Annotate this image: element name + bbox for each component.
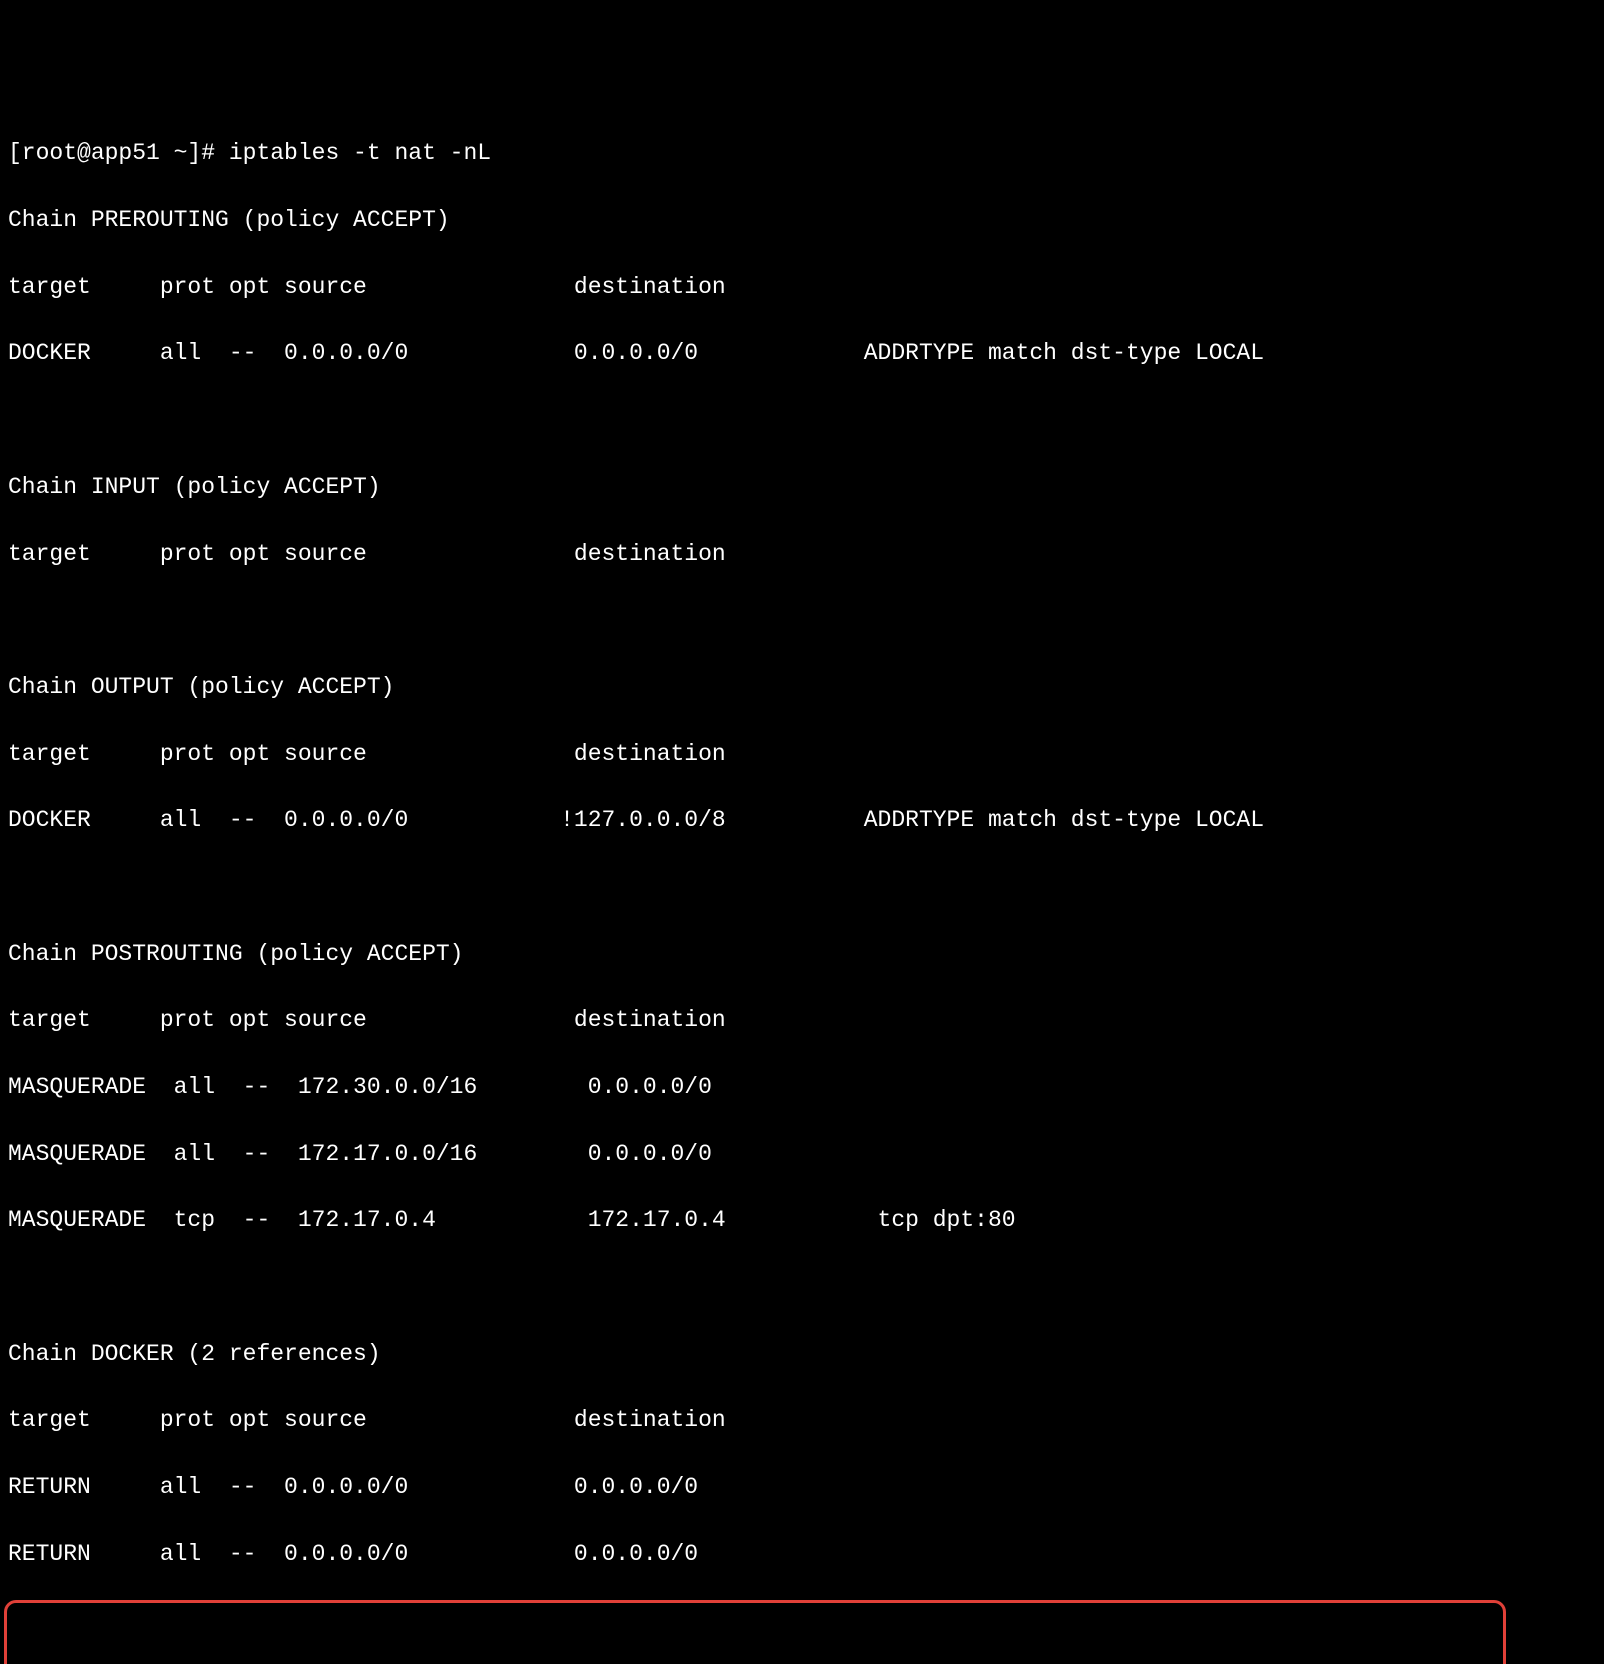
rule-line: DOCKER all -- 0.0.0.0/0 0.0.0.0/0 ADDRTY… bbox=[8, 337, 1596, 370]
column-headers: target prot opt source destination bbox=[8, 738, 1596, 771]
blank-line bbox=[8, 1271, 1596, 1304]
column-headers: target prot opt source destination bbox=[8, 538, 1596, 571]
column-headers: target prot opt source destination bbox=[8, 1404, 1596, 1437]
chain-header: Chain PREROUTING (policy ACCEPT) bbox=[8, 204, 1596, 237]
chain-header: Chain INPUT (policy ACCEPT) bbox=[8, 471, 1596, 504]
column-headers: target prot opt source destination bbox=[8, 1004, 1596, 1037]
rule-line: MASQUERADE all -- 172.30.0.0/16 0.0.0.0/… bbox=[8, 1071, 1596, 1104]
blank-line bbox=[8, 404, 1596, 437]
terminal-prompt-line[interactable]: [root@app51 ~]# iptables -t nat -nL bbox=[8, 137, 1596, 170]
blank-line bbox=[8, 871, 1596, 904]
chain-header: Chain DOCKER (2 references) bbox=[8, 1338, 1596, 1371]
rule-line: RETURN all -- 0.0.0.0/0 0.0.0.0/0 bbox=[8, 1538, 1596, 1571]
rule-line: RETURN all -- 0.0.0.0/0 0.0.0.0/0 bbox=[8, 1471, 1596, 1504]
highlighted-rule-box: DNAT tcp -- 0.0.0.0/0 0.0.0.0/0 tcp dpt:… bbox=[4, 1600, 1506, 1664]
rule-line: DOCKER all -- 0.0.0.0/0 !127.0.0.0/8 ADD… bbox=[8, 804, 1596, 837]
chain-header: Chain OUTPUT (policy ACCEPT) bbox=[8, 671, 1596, 704]
column-headers: target prot opt source destination bbox=[8, 271, 1596, 304]
rule-line: MASQUERADE all -- 172.17.0.0/16 0.0.0.0/… bbox=[8, 1138, 1596, 1171]
blank-line bbox=[8, 604, 1596, 637]
rule-line: MASQUERADE tcp -- 172.17.0.4 172.17.0.4 … bbox=[8, 1204, 1596, 1237]
chain-header: Chain POSTROUTING (policy ACCEPT) bbox=[8, 938, 1596, 971]
